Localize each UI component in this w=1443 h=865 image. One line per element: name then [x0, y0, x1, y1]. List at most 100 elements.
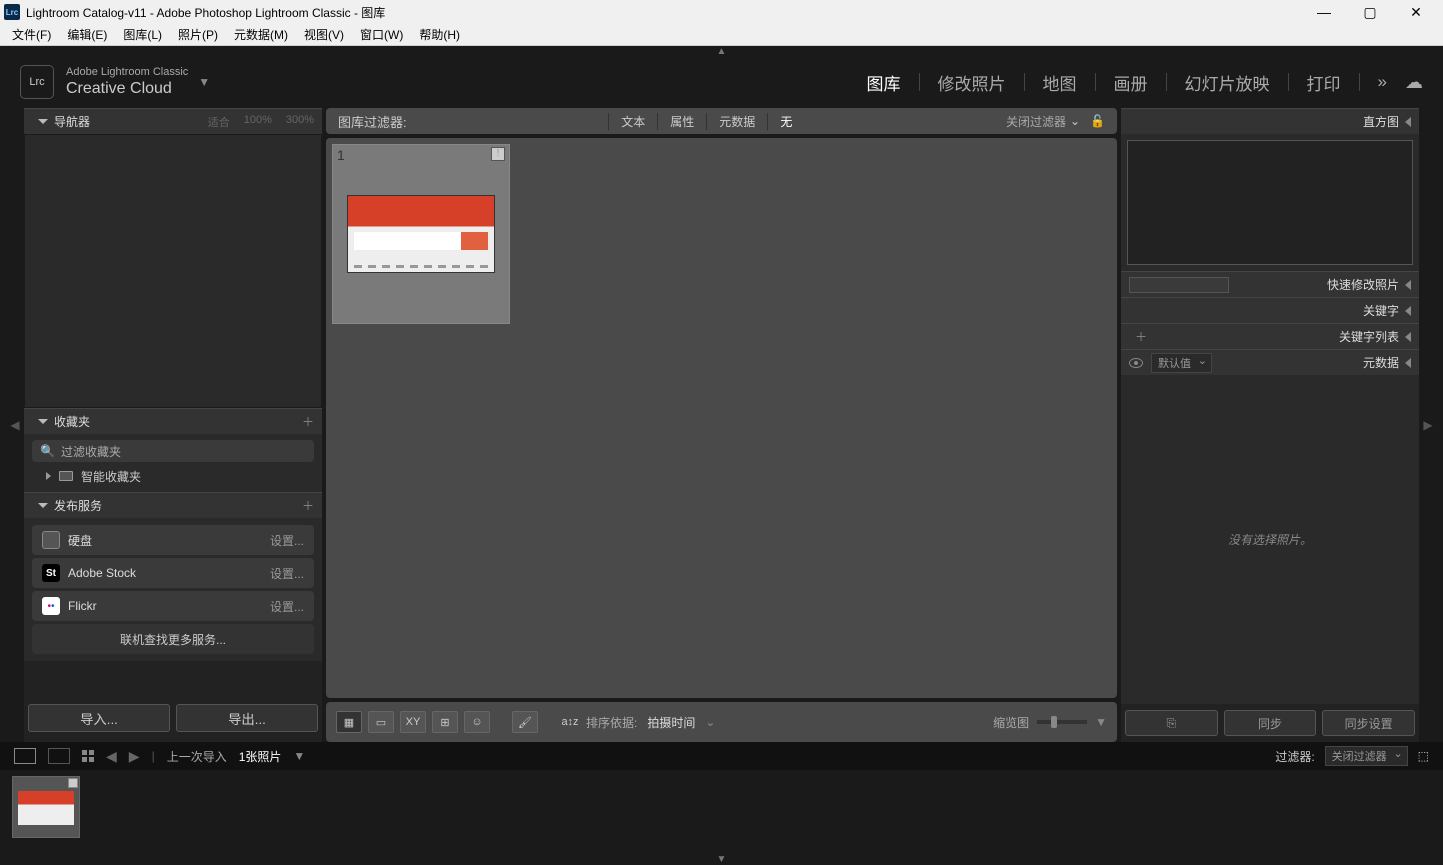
- flag-icon[interactable]: !: [491, 147, 505, 161]
- quickdev-header[interactable]: 快速修改照片: [1121, 271, 1419, 297]
- publish-adobestock[interactable]: St Adobe Stock 设置...: [32, 558, 314, 588]
- flag-icon: [68, 778, 78, 788]
- zoom-fit[interactable]: 适合: [208, 114, 230, 130]
- module-develop[interactable]: 修改照片: [938, 70, 1006, 95]
- collapse-icon: [38, 503, 48, 508]
- menu-view[interactable]: 视图(V): [296, 26, 352, 43]
- toolbar-menu-icon[interactable]: ▼: [1095, 715, 1107, 729]
- sync-button[interactable]: 同步: [1224, 710, 1317, 736]
- menu-file[interactable]: 文件(F): [4, 26, 59, 43]
- close-button[interactable]: ✕: [1393, 0, 1439, 24]
- top-panel-toggle[interactable]: ▲: [0, 46, 1443, 56]
- view-people-icon[interactable]: ☺: [464, 711, 490, 733]
- menu-window[interactable]: 窗口(W): [352, 26, 411, 43]
- keywording-title: 关键字: [1363, 302, 1399, 319]
- add-collection-icon[interactable]: ＋: [302, 413, 314, 430]
- module-print[interactable]: 打印: [1307, 70, 1341, 95]
- metadata-preset-select[interactable]: 默认值: [1151, 353, 1212, 373]
- keywording-header[interactable]: 关键字: [1121, 297, 1419, 323]
- smart-collections-row[interactable]: 智能收藏夹: [28, 464, 318, 488]
- view-survey-icon[interactable]: ⊞: [432, 711, 458, 733]
- painter-icon[interactable]: 🖌: [512, 711, 538, 733]
- left-panel-toggle[interactable]: ◀: [10, 108, 20, 742]
- service-setup[interactable]: 设置...: [270, 532, 304, 549]
- histogram-header[interactable]: 直方图: [1121, 108, 1419, 134]
- add-publish-icon[interactable]: ＋: [302, 497, 314, 514]
- menu-metadata[interactable]: 元数据(M): [226, 26, 296, 43]
- module-library[interactable]: 图库: [867, 70, 901, 95]
- import-button[interactable]: 导入...: [28, 704, 170, 732]
- quickdev-preset-select[interactable]: [1129, 277, 1229, 293]
- filter-attribute[interactable]: 属性: [657, 113, 706, 130]
- service-setup[interactable]: 设置...: [270, 598, 304, 615]
- collections-title: 收藏夹: [54, 413, 296, 430]
- keywordlist-title: 关键字列表: [1339, 328, 1399, 345]
- export-button[interactable]: 导出...: [176, 704, 318, 732]
- publish-flickr[interactable]: •• Flickr 设置...: [32, 591, 314, 621]
- module-book[interactable]: 画册: [1114, 70, 1148, 95]
- minimize-button[interactable]: —: [1301, 0, 1347, 24]
- nav-forward-icon[interactable]: ▶: [129, 748, 140, 765]
- product-icon: Lrc: [20, 65, 54, 99]
- publish-header[interactable]: 发布服务 ＋: [24, 492, 322, 518]
- filter-text[interactable]: 文本: [608, 113, 657, 130]
- zoom-label: 缩览图: [993, 714, 1029, 731]
- folder-icon: [59, 471, 73, 481]
- cloud-sync-icon[interactable]: ☁: [1405, 72, 1423, 93]
- thumbnail-image: [347, 195, 495, 273]
- view-grid-icon[interactable]: ▦: [336, 711, 362, 733]
- filter-lock-icon[interactable]: 🔓: [1090, 114, 1105, 128]
- sync-toggle-icon[interactable]: ⎘: [1125, 710, 1218, 736]
- filmstrip[interactable]: [0, 770, 1443, 854]
- filmstrip-thumbnail[interactable]: [12, 776, 80, 838]
- nav-back-icon[interactable]: ◀: [106, 748, 117, 765]
- grid-view[interactable]: 1 !: [326, 138, 1117, 698]
- thumbnail-cell[interactable]: 1 !: [332, 144, 510, 324]
- sort-direction-icon[interactable]: a↕z: [560, 711, 580, 733]
- module-map[interactable]: 地图: [1043, 70, 1077, 95]
- view-compare-icon[interactable]: XY: [400, 711, 426, 733]
- filmstrip-filter-select[interactable]: 关闭过滤器: [1325, 746, 1408, 766]
- bottom-panel-toggle[interactable]: ▼: [0, 854, 1443, 864]
- module-slideshow[interactable]: 幻灯片放映: [1185, 70, 1270, 95]
- source-dropdown-icon[interactable]: ▼: [293, 749, 305, 763]
- close-filter-button[interactable]: 关闭过滤器: [1006, 113, 1066, 130]
- secondary-display-icon[interactable]: [48, 748, 70, 764]
- eye-icon[interactable]: [1129, 358, 1143, 368]
- publish-harddrive[interactable]: 硬盘 设置...: [32, 525, 314, 555]
- find-more-services[interactable]: 联机查找更多服务...: [32, 624, 314, 654]
- metadata-header[interactable]: 默认值 元数据: [1121, 349, 1419, 375]
- identity-menu-icon[interactable]: ▼: [198, 75, 210, 89]
- filter-metadata[interactable]: 元数据: [706, 113, 767, 130]
- brand-line2: Creative Cloud: [66, 79, 188, 98]
- filter-none[interactable]: 无: [767, 113, 804, 130]
- collapse-icon: [38, 419, 48, 424]
- maximize-button[interactable]: ▢: [1347, 0, 1393, 24]
- service-setup[interactable]: 设置...: [270, 565, 304, 582]
- keywordlist-header[interactable]: ＋ 关键字列表: [1121, 323, 1419, 349]
- right-panel: 直方图 快速修改照片 关键字 ＋ 关键字列表: [1121, 108, 1419, 742]
- view-loupe-icon[interactable]: ▭: [368, 711, 394, 733]
- filter-dropdown-icon[interactable]: ⌄: [1070, 114, 1080, 128]
- menu-help[interactable]: 帮助(H): [411, 26, 468, 43]
- add-keyword-icon[interactable]: ＋: [1135, 328, 1147, 345]
- module-more-icon[interactable]: »: [1378, 72, 1387, 92]
- menu-library[interactable]: 图库(L): [115, 26, 170, 43]
- zoom-100[interactable]: 100%: [244, 114, 272, 130]
- right-panel-toggle[interactable]: ▶: [1423, 108, 1433, 742]
- menu-edit[interactable]: 编辑(E): [59, 26, 115, 43]
- navigator-header[interactable]: 导航器 适合 100% 300%: [24, 108, 322, 134]
- collections-search-input[interactable]: 🔍 过滤收藏夹: [32, 440, 314, 462]
- zoom-300[interactable]: 300%: [286, 114, 314, 130]
- grid-shortcut-icon[interactable]: [82, 750, 94, 762]
- sync-settings-button[interactable]: 同步设置: [1322, 710, 1415, 736]
- main-display-icon[interactable]: [14, 748, 36, 764]
- collections-header[interactable]: 收藏夹 ＋: [24, 408, 322, 434]
- module-picker: 图库 修改照片 地图 画册 幻灯片放映 打印 » ☁: [867, 70, 1423, 95]
- sort-value[interactable]: 拍摄时间: [647, 714, 695, 731]
- filter-lock-icon[interactable]: ⬚: [1418, 749, 1429, 763]
- thumbnail-size-slider[interactable]: [1037, 720, 1087, 724]
- sort-dropdown-icon[interactable]: ⌄: [705, 715, 715, 729]
- menu-photo[interactable]: 照片(P): [170, 26, 226, 43]
- source-path[interactable]: 上一次导入: [167, 748, 227, 765]
